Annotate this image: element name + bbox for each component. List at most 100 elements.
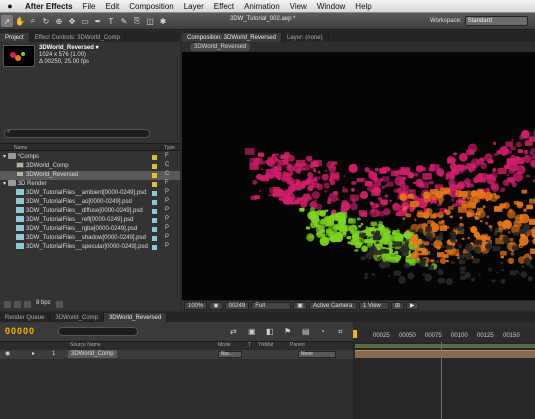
workspace-select[interactable]: Standard [464,16,528,26]
menu-help[interactable]: Help [350,2,376,11]
column-type[interactable]: Type [164,145,175,151]
zoom-select[interactable]: 100% [184,301,208,310]
eraser-tool-icon[interactable]: ◫ [144,15,156,27]
label-color-swatch[interactable] [152,218,157,223]
layer-duration-bar[interactable] [355,350,535,358]
label-color-swatch[interactable] [152,227,157,232]
table-row[interactable]: ◉ ▸ 1 3DWorld_Comp Nor... None [0,350,353,359]
visibility-eye-icon[interactable]: ◉ [5,350,10,359]
menu-layer[interactable]: Layer [179,2,209,11]
work-area-bar[interactable] [355,344,535,348]
project-column-header: Name Type [0,143,180,151]
menu-composition[interactable]: Composition [124,2,178,11]
fast-preview-icon[interactable]: ▶ [406,301,419,310]
time-ruler[interactable]: 00025 00050 00075 00100 00125 00150 [353,322,535,342]
resolution-select[interactable]: Full [251,301,292,310]
tab-effect-controls[interactable]: Effect Controls: 3DWorld_Comp [30,33,126,42]
rotate-tool-icon[interactable]: ↻ [40,15,52,27]
menu-animation[interactable]: Animation [239,2,285,11]
menu-view[interactable]: View [285,2,312,11]
camera-select[interactable]: Active Camera [308,301,357,310]
column-mode[interactable]: Mode [218,342,231,348]
breadcrumb-item[interactable]: 3DWorld_Reversed [190,43,251,51]
pen-tool-icon[interactable]: ✒ [92,15,104,27]
current-time-indicator[interactable] [441,342,442,419]
label-color-swatch[interactable] [152,245,157,250]
current-time-display[interactable]: 00249 [224,301,250,310]
column-t[interactable]: T [248,342,251,348]
new-folder-icon[interactable] [14,301,21,308]
snapshot-icon[interactable]: ◉ [209,301,223,310]
timeline-current-time[interactable]: 00000 [5,326,35,336]
selection-tool-icon[interactable]: ➚ [1,15,13,27]
app-menu[interactable]: After Effects [20,2,78,11]
tab-3dworld-comp[interactable]: 3DWorld_Comp [50,313,104,322]
label-color-swatch[interactable] [152,182,157,187]
view-layout-select[interactable]: 1 View [358,301,389,310]
type-cell: P [165,243,170,249]
mask-tool-icon[interactable]: ▭ [79,15,91,27]
tab-render-queue[interactable]: Render Queue [0,313,51,322]
menu-window[interactable]: Window [312,2,350,11]
type-cell: P [165,216,170,222]
disclosure-triangle-icon[interactable]: ▾ [3,181,6,187]
apple-icon[interactable]: ● [0,1,20,11]
blend-mode-select[interactable]: Nor... [218,351,242,358]
brush-tool-icon[interactable]: ✎ [118,15,130,27]
hand-tool-icon[interactable]: ✋ [14,15,26,27]
timeline-search-input[interactable] [58,327,138,336]
tab-composition[interactable]: Composition: 3DWorld_Reversed [182,33,282,42]
composition-viewer[interactable] [182,52,535,300]
comp-mini-flowchart-icon[interactable]: ⇄ [230,327,237,336]
grid-icon[interactable]: ⊞ [390,301,404,310]
menu-file[interactable]: File [78,2,101,11]
disclosure-triangle-icon[interactable]: ▾ [3,154,6,160]
playhead[interactable] [353,330,357,338]
tab-3dworld-reversed[interactable]: 3DWorld_Reversed [103,313,168,322]
shy-layers-icon[interactable]: ⚑ [284,327,291,336]
draft-3d-icon[interactable]: ◧ [266,327,274,336]
tab-project[interactable]: Project [0,33,30,42]
label-color-swatch[interactable] [152,209,157,214]
type-cell: C [165,171,170,177]
composition-icon [16,162,24,169]
composition-icon [16,171,24,178]
label-color-swatch[interactable] [152,200,157,205]
project-search-input[interactable]: ⌕ [4,129,150,138]
region-of-interest-icon[interactable]: ▣ [293,301,307,310]
frame-blending-icon[interactable]: ▤ [302,327,310,336]
column-parent[interactable]: Parent [290,342,305,348]
layer-index: 1 [52,351,56,357]
label-color-swatch[interactable] [152,164,157,169]
label-color-swatch[interactable] [152,236,157,241]
camera-tool-icon[interactable]: ⊕ [53,15,65,27]
zoom-tool-icon[interactable]: ⌕ [27,15,39,27]
trash-icon[interactable] [56,301,63,308]
layer-duration-area[interactable] [353,342,535,419]
label-color-swatch[interactable] [152,191,157,196]
expand-triangle-icon[interactable]: ▸ [32,350,35,359]
puppet-tool-icon[interactable]: ✱ [157,15,169,27]
new-composition-icon[interactable] [24,301,31,308]
psd-file-icon [16,207,24,214]
column-trkmat[interactable]: TrkMat [258,342,273,348]
bit-depth-button[interactable]: 8 bpc [36,300,51,306]
ruler-tick-label: 00125 [477,333,494,339]
column-source-name[interactable]: Source Name [70,342,101,348]
folder-icon [7,153,16,160]
column-name[interactable]: Name [14,145,27,151]
label-color-swatch[interactable] [152,155,157,160]
type-tool-icon[interactable]: T [105,15,117,27]
menu-effect[interactable]: Effect [209,2,239,11]
menu-edit[interactable]: Edit [100,2,124,11]
clone-tool-icon[interactable]: ⎘ [131,15,143,27]
live-update-icon[interactable]: ▣ [248,327,256,336]
graph-editor-icon[interactable]: ⌗ [338,327,343,337]
motion-blur-icon[interactable]: ◔ [320,327,325,336]
tab-layer[interactable]: Layer: (none) [282,33,329,42]
label-color-swatch[interactable] [152,173,157,178]
pan-behind-tool-icon[interactable]: ✥ [66,15,78,27]
composition-panel: Composition: 3DWorld_Reversed Layer: (no… [182,31,535,52]
parent-select[interactable]: None [298,351,336,358]
interpret-footage-icon[interactable] [4,301,11,308]
